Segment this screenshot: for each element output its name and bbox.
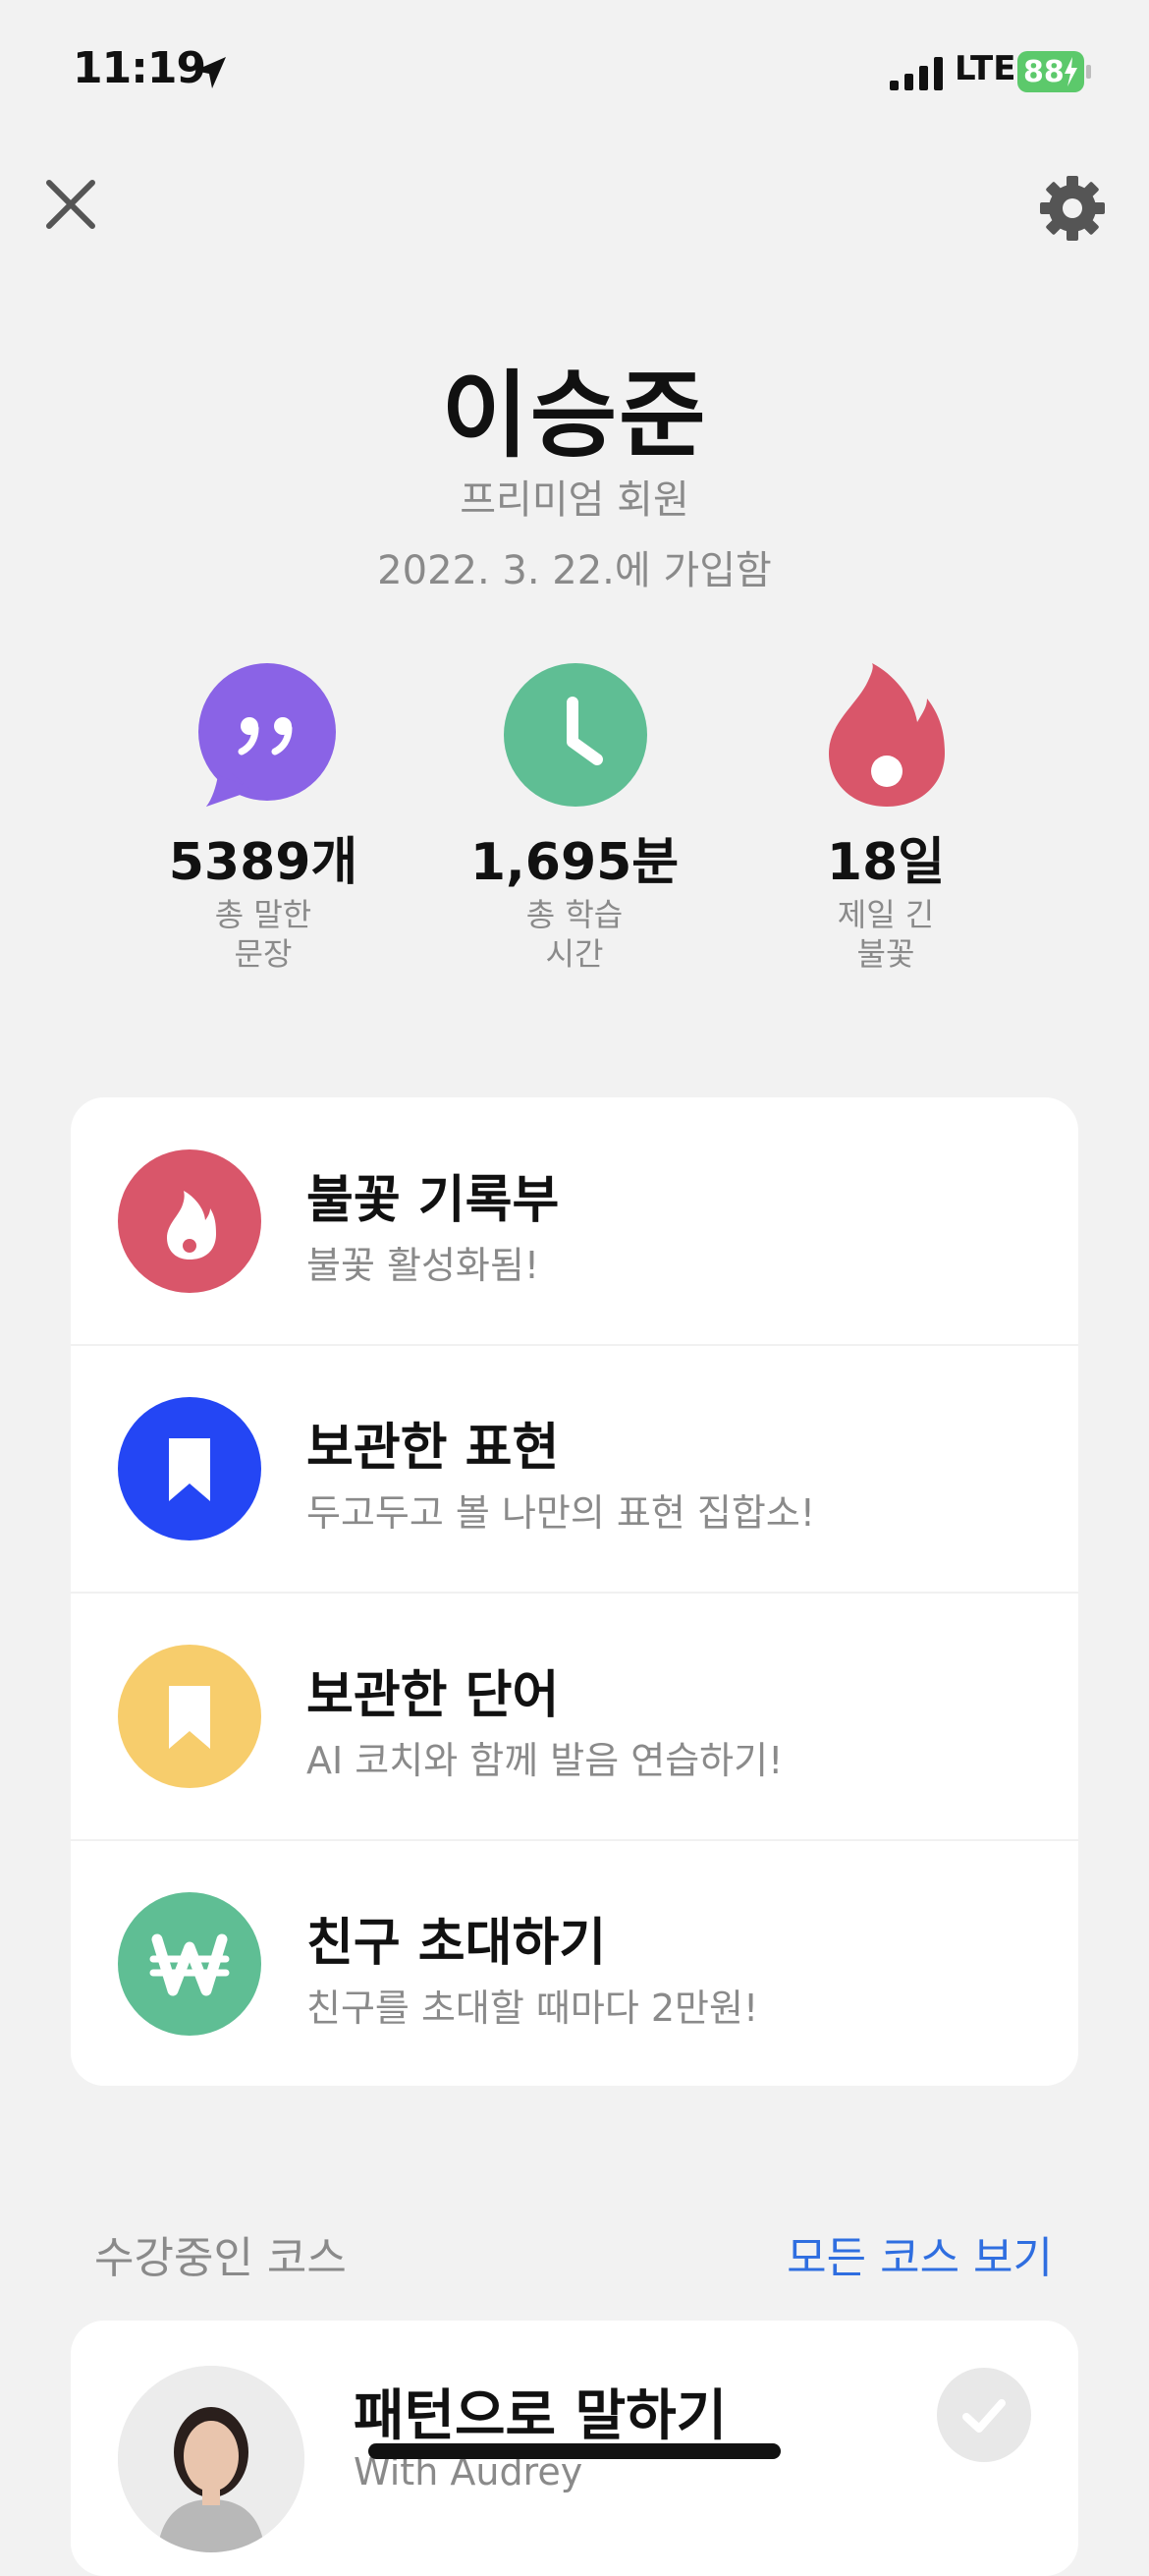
- menu-item-subtitle: AI 코치와 함께 발음 연습하기!: [306, 1739, 784, 1782]
- check-icon[interactable]: [937, 2368, 1031, 2462]
- menu-item-saved-expressions[interactable]: 보관한 표현 두고두고 볼 나만의 표현 집합소!: [71, 1345, 1078, 1592]
- network-type: LTE: [955, 49, 1016, 88]
- menu-item-title: 불꽃 기록부: [306, 1171, 560, 1230]
- stat-value: 18일: [826, 833, 946, 892]
- course-title: 패턴으로 말하기: [354, 2384, 728, 2448]
- menu-item-saved-words[interactable]: 보관한 단어 AI 코치와 함께 발음 연습하기!: [71, 1593, 1078, 1839]
- stat-value: 5389개: [168, 833, 358, 892]
- signal-bars-icon: [890, 57, 943, 90]
- courses-section-title: 수강중인 코스: [94, 2233, 347, 2283]
- stat-label: 총 말한 문장: [214, 896, 312, 973]
- menu-item-subtitle: 두고두고 볼 나만의 표현 집합소!: [306, 1491, 816, 1535]
- menu-item-subtitle: 친구를 초대할 때마다 2만원!: [306, 1987, 759, 2030]
- quote-bubble-icon: [198, 663, 336, 807]
- won-icon: [118, 1892, 261, 2036]
- flame-icon: [829, 663, 945, 807]
- menu-item-subtitle: 불꽃 활성화됨!: [306, 1244, 540, 1287]
- status-time: 11:19: [73, 43, 206, 93]
- gear-icon[interactable]: [1037, 173, 1108, 244]
- menu-item-title: 보관한 단어: [306, 1666, 560, 1725]
- stat-label: 제일 긴 불꽃: [837, 896, 935, 973]
- join-date: 2022. 3. 22.에 가입함: [377, 548, 772, 593]
- bookmark-icon: [118, 1645, 261, 1788]
- menu-item-title: 보관한 표현: [306, 1419, 560, 1478]
- instructor-avatar: [118, 2366, 304, 2552]
- location-arrow-icon: [194, 57, 226, 88]
- menu-card: 불꽃 기록부 불꽃 활성화됨! 보관한 표현 두고두고 볼 나만의 표현 집합소…: [71, 1097, 1078, 2086]
- home-indicator[interactable]: [368, 2443, 781, 2459]
- menu-item-streak-log[interactable]: 불꽃 기록부 불꽃 활성화됨!: [71, 1097, 1078, 1344]
- battery-level: 88: [1023, 55, 1065, 89]
- stat-value: 1,695분: [469, 833, 680, 892]
- bookmark-icon: [118, 1397, 261, 1540]
- membership-tier: 프리미엄 회원: [460, 477, 689, 523]
- stat-label: 총 학습 시간: [525, 896, 624, 973]
- menu-item-invite-friends[interactable]: 친구 초대하기 친구를 초대할 때마다 2만원!: [71, 1840, 1078, 2086]
- profile-name: 이승준: [441, 361, 708, 471]
- view-all-courses-link[interactable]: 모든 코스 보기: [787, 2222, 1053, 2285]
- flame-icon: [118, 1149, 261, 1293]
- close-icon[interactable]: [39, 173, 102, 236]
- clock-icon: [504, 663, 647, 807]
- menu-item-title: 친구 초대하기: [306, 1914, 607, 1973]
- battery-charging-icon: 88: [1017, 51, 1092, 92]
